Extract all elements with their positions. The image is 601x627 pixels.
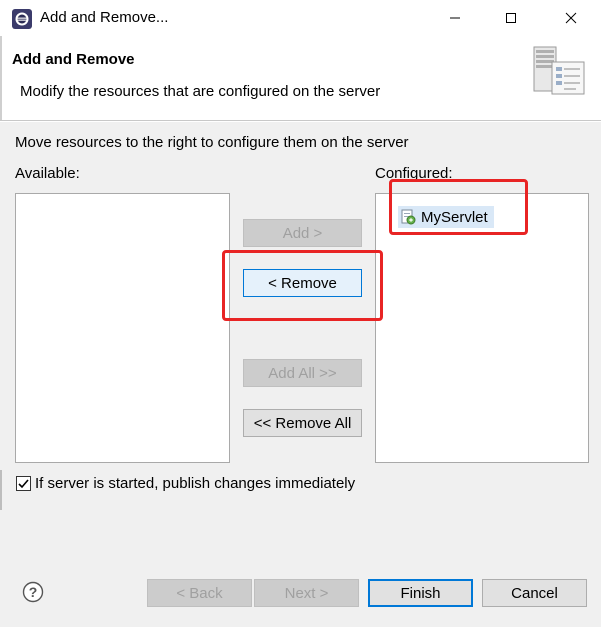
close-icon	[565, 12, 577, 24]
title-bar[interactable]: Add and Remove...	[0, 0, 601, 36]
server-config-icon	[533, 46, 585, 95]
publish-checkbox-label: If server is started, publish changes im…	[35, 475, 356, 492]
minimize-button[interactable]	[441, 5, 469, 31]
banner-message: Modify the resources that are configured…	[20, 83, 381, 100]
svg-text:?: ?	[29, 584, 38, 600]
finish-button[interactable]: Finish	[368, 579, 473, 607]
publish-checkbox[interactable]	[16, 476, 31, 491]
back-button[interactable]: < Back	[147, 579, 252, 607]
close-button[interactable]	[557, 5, 585, 31]
next-button[interactable]: Next >	[254, 579, 359, 607]
window-edge-fragment	[0, 470, 2, 510]
eclipse-app-icon	[12, 9, 32, 29]
window-edge	[0, 36, 2, 120]
maximize-button[interactable]	[497, 5, 525, 31]
add-all-button[interactable]: Add All >>	[243, 359, 362, 387]
instruction-text: Move resources to the right to configure…	[15, 134, 409, 151]
highlight-configured-item	[389, 179, 528, 235]
available-label: Available:	[15, 165, 80, 182]
checkmark-icon	[18, 479, 29, 489]
window-title: Add and Remove...	[40, 9, 169, 26]
add-button[interactable]: Add >	[243, 219, 362, 247]
highlight-remove-button	[222, 250, 383, 321]
banner-separator	[0, 121, 601, 122]
maximize-icon	[506, 13, 516, 23]
available-list[interactable]	[15, 193, 230, 463]
help-icon[interactable]: ?	[22, 581, 44, 603]
cancel-button[interactable]: Cancel	[482, 579, 587, 607]
remove-all-button[interactable]: << Remove All	[243, 409, 362, 437]
banner-title: Add and Remove	[12, 51, 135, 68]
dialog-banner: Add and Remove Modify the resources that…	[0, 36, 601, 121]
minimize-icon	[450, 17, 460, 19]
